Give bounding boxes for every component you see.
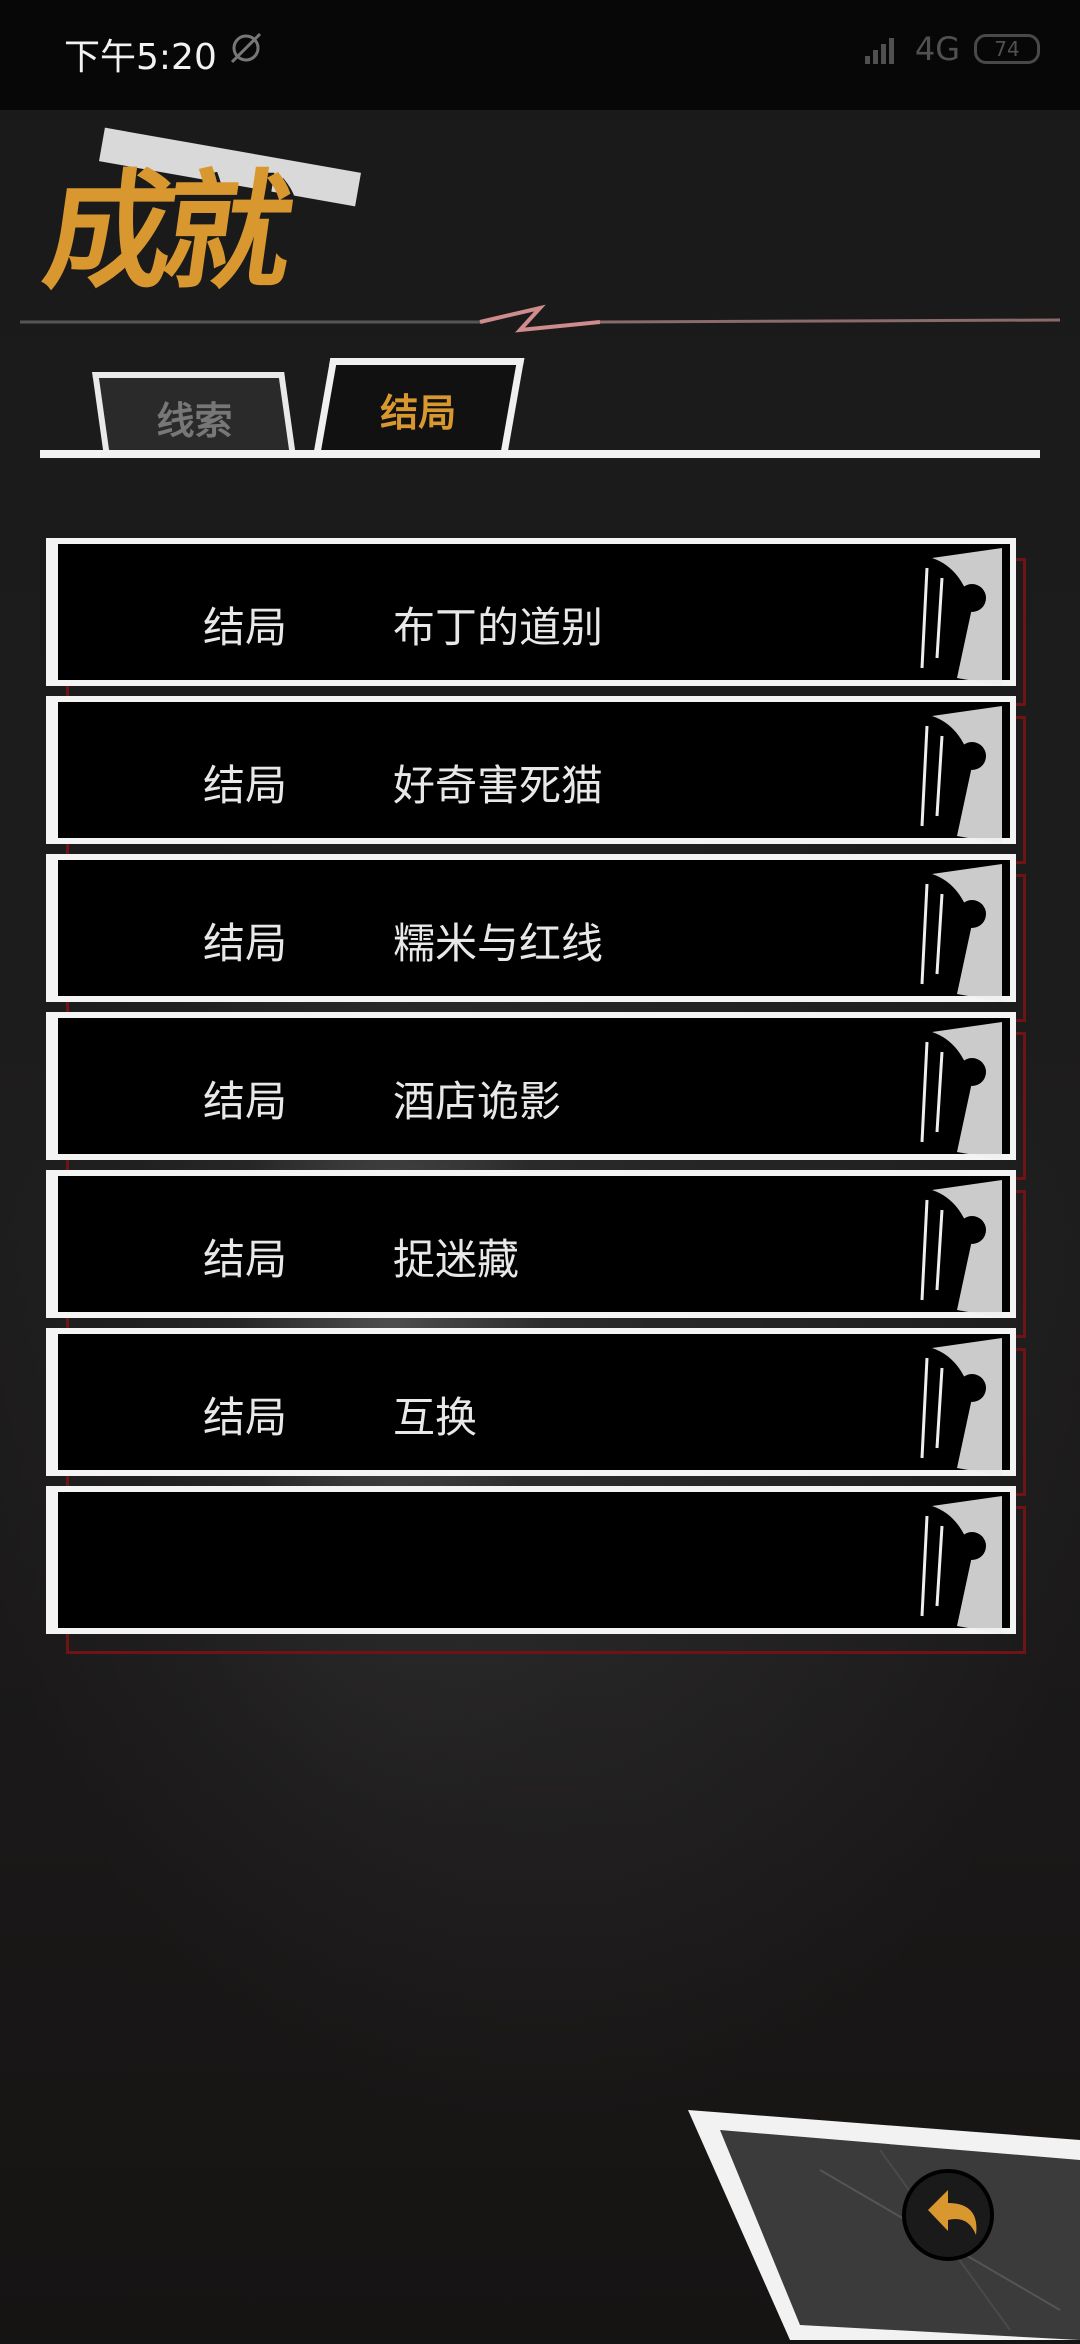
ending-card[interactable]: 结局 糯米与红线 xyxy=(46,854,1026,1022)
ending-title: 酒店诡影 xyxy=(393,1077,562,1126)
card-decoration-icon xyxy=(920,548,1002,686)
card-body xyxy=(46,1486,1016,1634)
ending-card[interactable]: 结局 酒店诡影 xyxy=(46,1012,1026,1180)
card-decoration-icon xyxy=(920,1338,1002,1476)
ending-type: 结局 xyxy=(203,1393,288,1442)
card-decoration-icon xyxy=(920,706,1002,844)
back-panel-shape xyxy=(688,2110,1080,2340)
tab-clues[interactable]: 线索 xyxy=(92,372,296,456)
page-title: 成就 xyxy=(35,158,293,307)
back-arrow-icon xyxy=(902,2169,994,2261)
card-body: 结局 糯米与红线 xyxy=(46,854,1016,1002)
battery-level: 74 xyxy=(994,37,1020,61)
endings-list[interactable]: 结局 布丁的道别 结局 好奇害死猫 结局 糯米与红线 结局 酒店诡影 结局 捉迷… xyxy=(0,530,1080,1995)
header-divider xyxy=(20,304,1061,333)
battery-icon: 74 xyxy=(974,34,1040,64)
tabs-underline xyxy=(40,450,1040,458)
ending-card[interactable]: 结局 好奇害死猫 xyxy=(46,696,1026,864)
status-bar: 下午5:20 4G 74 xyxy=(0,0,1080,110)
tab-bar: 线索 结局 xyxy=(40,350,1040,465)
ending-card[interactable]: 结局 互换 xyxy=(46,1328,1026,1496)
ending-card[interactable]: 结局 捉迷藏 xyxy=(46,1170,1026,1338)
ending-title: 糯米与红线 xyxy=(393,919,604,968)
signal-icon xyxy=(864,38,894,64)
tab-clues-label: 线索 xyxy=(156,398,233,443)
card-body: 结局 好奇害死猫 xyxy=(46,696,1016,844)
ending-title: 互换 xyxy=(393,1393,478,1442)
card-body: 结局 酒店诡影 xyxy=(46,1012,1016,1160)
tab-endings[interactable]: 结局 xyxy=(313,358,525,453)
ending-title: 布丁的道别 xyxy=(393,603,604,652)
ending-type: 结局 xyxy=(203,603,288,652)
card-decoration-icon xyxy=(920,1180,1002,1318)
network-type: 4G xyxy=(914,30,960,68)
ending-type: 结局 xyxy=(203,1077,288,1126)
ending-type: 结局 xyxy=(203,919,288,968)
tab-endings-label: 结局 xyxy=(380,390,457,435)
card-decoration-icon xyxy=(920,1022,1002,1160)
card-body: 结局 捉迷藏 xyxy=(46,1170,1016,1318)
card-body: 结局 互换 xyxy=(46,1328,1016,1476)
back-button[interactable] xyxy=(680,2110,1080,2340)
ending-title: 捉迷藏 xyxy=(393,1235,520,1284)
ending-title: 好奇害死猫 xyxy=(393,761,604,810)
status-time: 下午5:20 xyxy=(64,37,217,78)
card-decoration-icon xyxy=(920,1496,1002,1634)
alarm-off-icon xyxy=(230,32,262,64)
ending-type: 结局 xyxy=(203,1235,288,1284)
ending-card[interactable]: 结局 布丁的道别 xyxy=(46,538,1026,706)
card-body: 结局 布丁的道别 xyxy=(46,538,1016,686)
ending-card[interactable] xyxy=(46,1486,1026,1654)
ending-type: 结局 xyxy=(203,761,288,810)
status-right: 4G 74 xyxy=(864,30,1040,68)
card-decoration-icon xyxy=(920,864,1002,1002)
